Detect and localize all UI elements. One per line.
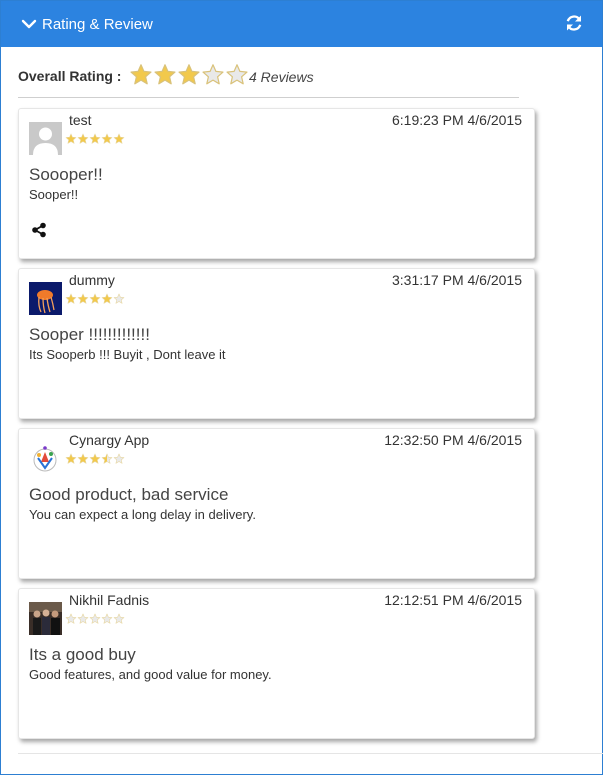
review-time: 12:32:50 PM 4/6/2015 [384, 432, 522, 448]
star-icon [77, 293, 89, 304]
star-icon [101, 133, 113, 144]
review-stars [65, 613, 125, 625]
refresh-icon[interactable] [564, 13, 584, 33]
star-icon [65, 613, 77, 624]
overall-rating-label: Overall Rating : [18, 68, 122, 84]
review-time: 6:19:23 PM 4/6/2015 [392, 112, 522, 128]
reviewer-name: Nikhil Fadnis [69, 592, 150, 608]
star-icon [113, 453, 125, 464]
divider [18, 97, 519, 98]
review-title: Good product, bad service [29, 485, 229, 504]
star-icon [77, 613, 89, 624]
avatar [29, 282, 62, 315]
star-icon [77, 453, 89, 464]
review-card: Cynargy App 12:32:50 PM 4/6/2015 Good pr… [18, 428, 535, 579]
review-stars [65, 453, 125, 465]
reviewer-name: test [69, 112, 92, 128]
review-title: Sooper !!!!!!!!!!!!! [29, 325, 150, 344]
review-title: Its a good buy [29, 645, 136, 664]
star-icon [113, 613, 125, 624]
star-icon [89, 133, 101, 144]
panel-title: Rating & Review [42, 16, 153, 33]
star-icon [101, 293, 113, 304]
star-icon [101, 613, 113, 624]
review-body: Sooper!! [29, 187, 79, 202]
star-icon [65, 293, 77, 304]
jellyfish-avatar-icon [29, 282, 62, 315]
star-icon [202, 64, 224, 85]
star-icon [65, 133, 77, 144]
avatar [29, 602, 62, 635]
review-card: dummy 3:31:17 PM 4/6/2015 Sooper !!!!!!!… [18, 268, 535, 419]
star-icon [77, 133, 89, 144]
review-time: 3:31:17 PM 4/6/2015 [392, 272, 522, 288]
star-icon [226, 64, 248, 85]
review-count: 4 Reviews [249, 69, 314, 85]
divider [18, 753, 603, 754]
review-stars [65, 133, 125, 145]
star-icon [154, 64, 176, 85]
panel-header[interactable]: Rating & Review [1, 1, 602, 47]
review-card: test 6:19:23 PM 4/6/2015 Soooper!! Soope… [18, 108, 535, 259]
star-icon [178, 64, 200, 85]
chevron-down-icon[interactable] [21, 16, 37, 32]
rating-review-panel: Rating & Review Overall Rating : 4 Revie… [0, 0, 603, 775]
star-icon [101, 453, 113, 464]
review-card: Nikhil Fadnis 12:12:51 PM 4/6/2015 Its a… [18, 588, 535, 739]
star-icon [113, 133, 125, 144]
cynargy-logo-avatar-icon [29, 442, 62, 475]
avatar [29, 442, 62, 475]
review-stars [65, 293, 125, 305]
default-user-avatar-icon [29, 122, 62, 155]
reviewer-name: Cynargy App [69, 432, 150, 448]
review-body: You can expect a long delay in delivery. [29, 507, 256, 522]
overall-rating: Overall Rating : 4 Reviews [18, 61, 518, 91]
reviewer-name: dummy [69, 272, 115, 288]
photo-avatar-icon [29, 602, 62, 635]
overall-rating-stars [129, 63, 249, 89]
star-icon [89, 613, 101, 624]
review-body: Its Sooperb !!! Buyit , Dont leave it [29, 347, 226, 362]
review-body: Good features, and good value for money. [29, 667, 272, 682]
star-icon [130, 64, 152, 85]
star-icon [65, 453, 77, 464]
star-icon [89, 453, 101, 464]
avatar [29, 122, 62, 155]
share-icon[interactable] [31, 222, 47, 238]
star-icon [89, 293, 101, 304]
review-title: Soooper!! [29, 165, 103, 184]
review-time: 12:12:51 PM 4/6/2015 [384, 592, 522, 608]
star-icon [113, 293, 125, 304]
